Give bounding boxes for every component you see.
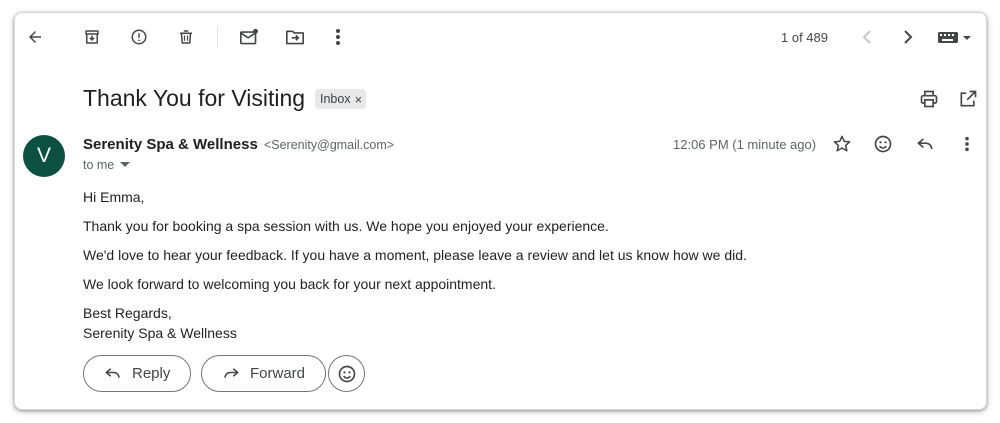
forward-button[interactable]: Forward <box>201 355 327 392</box>
sender-avatar: V <box>23 135 65 177</box>
reply-label: Reply <box>132 365 171 382</box>
next-chevron-icon[interactable] <box>892 21 924 53</box>
open-new-window-icon[interactable] <box>952 83 984 115</box>
prev-chevron-icon[interactable] <box>851 21 883 53</box>
body-line: We look forward to welcoming you back fo… <box>83 276 496 292</box>
print-icon[interactable] <box>913 83 945 115</box>
body-greeting: Hi Emma, <box>83 189 145 205</box>
label-text: Inbox <box>320 92 351 106</box>
message-more-vert-icon[interactable] <box>951 128 983 160</box>
add-reaction-icon[interactable] <box>867 128 899 160</box>
forward-label: Forward <box>250 365 306 382</box>
back-arrow-icon[interactable] <box>19 21 51 53</box>
sender-info: Serenity Spa & Wellness <Serenity@gmail.… <box>83 136 394 153</box>
sender-email: <Serenity@gmail.com> <box>263 138 395 152</box>
caret-down-icon <box>120 162 131 167</box>
emoji-reaction-button[interactable] <box>328 355 365 392</box>
more-vert-icon[interactable] <box>322 21 354 53</box>
body-signature: Serenity Spa & Wellness <box>83 325 237 341</box>
body-line: Thank you for booking a spa session with… <box>83 218 609 234</box>
recipient-text: to me <box>83 158 115 172</box>
report-spam-icon[interactable] <box>123 21 155 53</box>
recipient-toggle[interactable]: to me <box>83 158 131 172</box>
body-signoff: Best Regards, <box>83 305 172 321</box>
inbox-label-chip: Inbox × <box>315 89 367 109</box>
reply-icon[interactable] <box>909 128 941 160</box>
star-icon[interactable] <box>826 128 858 160</box>
email-window: 1 of 489 Thank You for Visiting Inbox × … <box>14 12 987 410</box>
email-timestamp: 12:06 PM (1 minute ago) <box>673 137 817 152</box>
remove-label-icon[interactable]: × <box>355 93 363 106</box>
move-to-folder-icon[interactable] <box>279 21 311 53</box>
sender-name: Serenity Spa & Wellness <box>83 136 258 153</box>
toolbar-divider <box>217 26 218 48</box>
keyboard-icon[interactable] <box>933 21 977 53</box>
reply-arrow-icon <box>105 367 120 378</box>
archive-icon[interactable] <box>76 21 108 53</box>
forward-arrow-icon <box>224 367 239 378</box>
body-line: We'd love to hear your feedback. If you … <box>83 247 747 263</box>
delete-icon[interactable] <box>170 21 202 53</box>
email-body: Hi Emma, Thank you for booking a spa ses… <box>83 187 923 343</box>
reply-button[interactable]: Reply <box>83 355 192 392</box>
email-subject: Thank You for Visiting <box>83 85 306 111</box>
smiley-icon <box>338 365 355 382</box>
mark-unread-icon[interactable] <box>233 21 265 53</box>
pager-count: 1 of 489 <box>781 30 828 45</box>
